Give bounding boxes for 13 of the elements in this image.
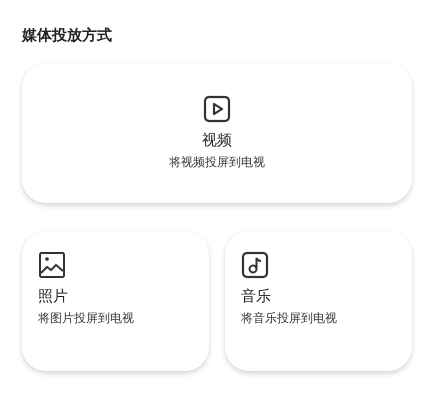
card-title: 视频 <box>202 131 232 150</box>
card-title: 音乐 <box>241 287 271 306</box>
section-title: 媒体投放方式 <box>22 26 113 45</box>
play-icon <box>203 95 231 123</box>
card-subtitle: 将音乐投屏到电视 <box>241 310 337 327</box>
photo-card[interactable]: 照片 将图片投屏到电视 <box>22 231 209 371</box>
card-subtitle: 将视频投屏到电视 <box>169 154 265 171</box>
video-card[interactable]: 视频 将视频投屏到电视 <box>22 63 412 203</box>
image-icon <box>38 251 66 279</box>
card-title: 照片 <box>38 287 68 306</box>
music-note-icon <box>241 251 269 279</box>
music-card[interactable]: 音乐 将音乐投屏到电视 <box>225 231 412 371</box>
card-subtitle: 将图片投屏到电视 <box>38 310 134 327</box>
